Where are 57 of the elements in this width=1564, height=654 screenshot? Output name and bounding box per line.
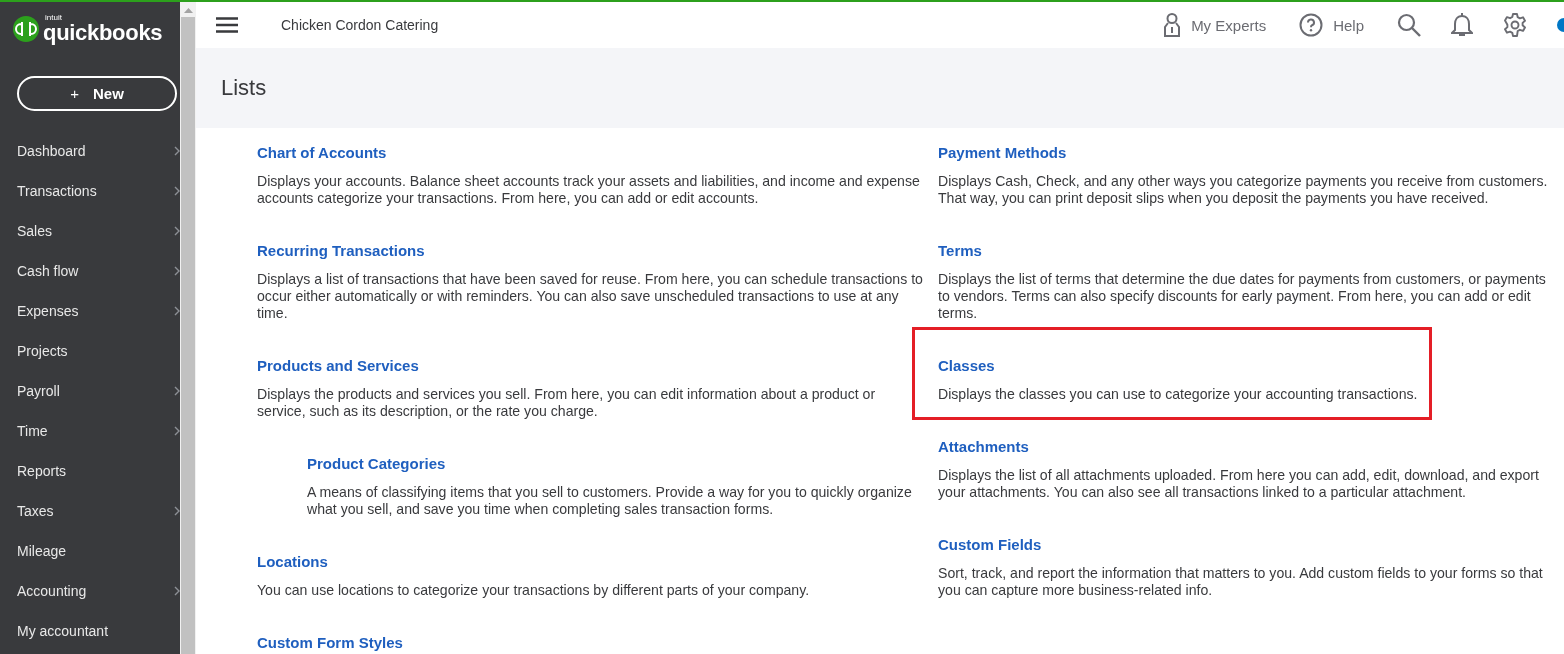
sidebar-item[interactable]: Sales [0, 211, 180, 251]
list-description: Sort, track, and report the information that matters to you. Add custom fields to your forms so that you can capture more business-related info. [938, 565, 1544, 599]
chevron-icon [174, 186, 180, 196]
list-description: Displays the list of terms that determine the due dates for payments from customers, or payments to vendors. Terms can also specify discounts for early payment. From here, you can add or edit terms. [938, 271, 1547, 322]
list-link[interactable]: Attachments [938, 437, 1029, 457]
company-name: Chicken Cordon Catering [281, 17, 439, 33]
list-description: You can use locations to categorize your transactions by different parts of your company. [257, 582, 811, 599]
list-link[interactable]: Chart of Accounts [257, 143, 387, 163]
list-link[interactable]: Payment Methods [938, 143, 1067, 163]
list-link[interactable]: Locations [257, 552, 328, 572]
bell-icon[interactable] [1451, 12, 1473, 38]
sidebar-item[interactable]: Accounting [0, 571, 180, 611]
settings-icon[interactable] [1503, 13, 1527, 37]
sidebar-item[interactable]: Mileage [0, 531, 180, 571]
sidebar-item[interactable]: Transactions [0, 171, 180, 211]
list-link[interactable]: Custom Form Styles [257, 633, 403, 653]
brand-name: quickbooks [43, 22, 163, 44]
help-icon [1299, 13, 1324, 37]
logo-icon [13, 16, 39, 42]
my-experts-button[interactable]: My Experts [1163, 12, 1267, 38]
list-description: Displays the list of all attachments uploaded. From here you can add, edit, download, and export your attachments. You can also see all transactions linked to a particular attachment. [938, 467, 1540, 501]
list-link[interactable]: Products and Services [257, 356, 419, 376]
chevron-icon [174, 586, 180, 596]
sidebar-item[interactable]: My accountant [0, 611, 180, 651]
chevron-icon [174, 266, 180, 276]
brand-tagline: intuit [45, 14, 63, 22]
sidebar-item[interactable]: Dashboard [0, 131, 180, 171]
search-icon[interactable] [1397, 13, 1421, 37]
list-description: Displays the products and services you sell. From here, you can edit information about a product or service, such as its description, or the rate you charge. [257, 386, 877, 420]
list-link[interactable]: Recurring Transactions [257, 241, 425, 261]
chevron-icon [174, 506, 180, 516]
list-link[interactable]: Product Categories [307, 454, 446, 474]
page-title: Lists [221, 75, 267, 101]
person-icon [1163, 12, 1182, 38]
sidebar-item[interactable]: Reports [0, 451, 180, 491]
chevron-icon [174, 306, 180, 316]
chevron-icon [174, 226, 180, 236]
sidebar-item[interactable]: Taxes [0, 491, 180, 531]
sidebar-item[interactable]: Payroll [0, 371, 180, 411]
list-link[interactable]: Classes [938, 356, 995, 376]
sidebar-item[interactable]: Expenses [0, 291, 180, 331]
list-description: Displays Cash, Check, and any other ways you categorize payments you receive from customers. That way, you can print deposit slips when you deposit the payments you have received. [938, 173, 1549, 207]
sidebar-item[interactable]: Time [0, 411, 180, 451]
sidebar-item[interactable]: Projects [0, 331, 180, 371]
new-button[interactable]: + New [17, 76, 177, 111]
chevron-icon [174, 426, 180, 436]
list-description: Displays your accounts. Balance sheet accounts track your assets and liabilities, and income and expense accounts categorize your transactions. From here, you can add or edit accounts. [257, 173, 921, 207]
chevron-icon [174, 146, 180, 156]
menu-icon[interactable] [216, 17, 238, 33]
chevron-icon [174, 386, 180, 396]
list-link[interactable]: Custom Fields [938, 535, 1042, 555]
list-description: A means of classifying items that you sell to customers. Provide a way for you to quickly organize what you sell, and save you time when completing sales transaction forms. [307, 484, 913, 518]
help-button[interactable]: Help [1299, 13, 1364, 37]
sidebar-item[interactable]: Cash flow [0, 251, 180, 291]
list-link[interactable]: Terms [938, 241, 982, 261]
list-description: Displays the classes you can use to categorize your accounting transactions. [938, 386, 1419, 403]
list-description: Displays a list of transactions that have been saved for reuse. From here, you can schedule transactions to occur either automatically or with reminders. You can also save unscheduled transactions to use at any time. [257, 271, 924, 322]
